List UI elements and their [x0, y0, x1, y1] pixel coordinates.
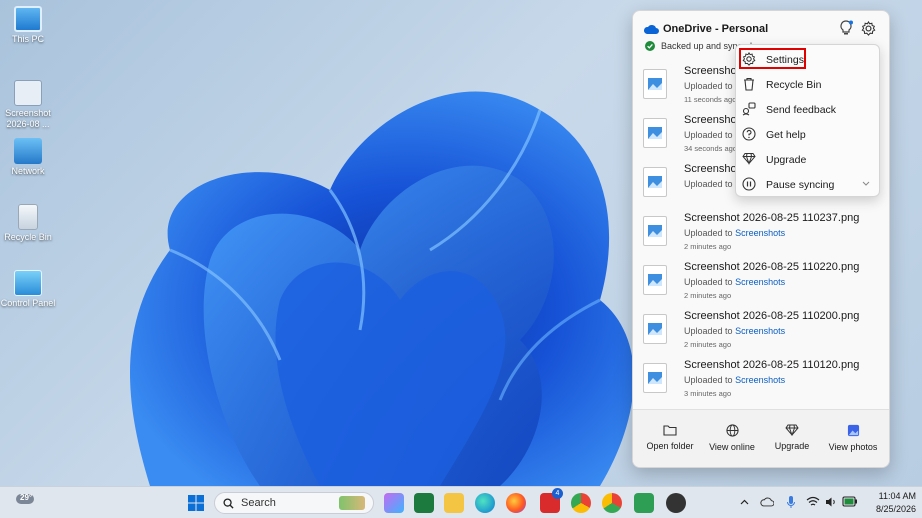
diamond-icon	[785, 424, 799, 436]
feedback-icon	[742, 102, 756, 116]
gear-icon[interactable]	[861, 21, 876, 36]
sync-check-icon	[645, 41, 655, 51]
windows-logo-icon	[188, 495, 204, 511]
image-file-icon	[643, 118, 667, 148]
globe-icon	[725, 424, 739, 437]
menu-item-upgrade[interactable]: Upgrade	[736, 147, 879, 172]
recycle-bin-icon	[18, 204, 38, 230]
screenshots-folder-link[interactable]: Screenshots	[735, 326, 785, 336]
network-icon	[14, 138, 42, 164]
trash-icon	[744, 77, 754, 91]
image-file-icon	[643, 265, 667, 295]
screenshots-folder-link[interactable]: Screenshots	[735, 375, 785, 385]
chrome-profile-icon[interactable]	[602, 493, 622, 513]
widgets-app-icon[interactable]	[414, 493, 434, 513]
onedrive-title: OneDrive - Personal	[663, 23, 769, 35]
onedrive-tray-icon[interactable]	[760, 497, 774, 507]
settings-app-icon[interactable]	[666, 493, 686, 513]
taskbar: 29° Search 4 11:04 AM 8/25/2026	[0, 486, 922, 518]
flyout-footer: Open folder View online Upgrade View pho…	[633, 409, 889, 467]
menu-item-pause-syncing[interactable]: Pause syncing	[736, 172, 879, 197]
search-icon	[223, 498, 234, 509]
control-panel-icon	[14, 270, 42, 296]
battery-icon[interactable]	[842, 496, 858, 507]
image-file-icon	[643, 216, 667, 246]
file-row[interactable]: Screenshot 2026-08-25 110120.png Uploade…	[633, 354, 889, 403]
photos-icon	[847, 424, 859, 437]
image-file-icon	[643, 69, 667, 99]
desktop-icon-recycle-bin[interactable]: Recycle Bin	[0, 204, 56, 243]
chevron-down-icon	[862, 181, 870, 186]
copilot-icon[interactable]	[384, 493, 404, 513]
lightbulb-icon[interactable]	[839, 20, 853, 36]
mail-badge: 4	[552, 488, 563, 499]
chevron-up-icon[interactable]	[740, 499, 749, 505]
search-highlight-icon	[339, 496, 365, 510]
search-box[interactable]: Search	[214, 492, 374, 514]
desktop-icon-control-panel[interactable]: Control Panel	[0, 270, 56, 309]
wifi-icon[interactable]	[806, 496, 820, 507]
clock-date[interactable]: 8/25/2026	[864, 504, 916, 514]
file-explorer-icon[interactable]	[444, 493, 464, 513]
screenshots-folder-link[interactable]: Screenshots	[735, 228, 785, 238]
pause-icon	[742, 177, 756, 191]
upgrade-button[interactable]: Upgrade	[761, 424, 823, 451]
app-icon[interactable]	[634, 493, 654, 513]
file-row[interactable]: Screenshot 2026-08-25 110237.png Uploade…	[633, 207, 889, 256]
onedrive-cloud-icon	[643, 24, 659, 34]
start-button[interactable]	[186, 493, 206, 513]
menu-item-recycle-bin[interactable]: Recycle Bin	[736, 72, 879, 97]
volume-icon[interactable]	[825, 496, 837, 508]
desktop-icon-this-pc[interactable]: This PC	[0, 6, 56, 45]
help-icon	[742, 127, 756, 141]
settings-highlight-box	[739, 48, 806, 69]
chrome-icon[interactable]	[571, 493, 591, 513]
mail-app-icon[interactable]: 4	[540, 488, 563, 513]
open-folder-button[interactable]: Open folder	[639, 424, 701, 451]
file-row[interactable]: Screenshot 2026-08-25 110220.png Uploade…	[633, 256, 889, 305]
image-file-icon	[643, 314, 667, 344]
weather-widget[interactable]: 29°	[14, 491, 38, 515]
image-file-icon	[643, 167, 667, 197]
edge-icon[interactable]	[475, 493, 495, 513]
image-file-icon	[643, 363, 667, 393]
file-row[interactable]: Screenshot 2026-08-25 110200.png Uploade…	[633, 305, 889, 354]
computer-icon	[14, 6, 42, 32]
microphone-icon[interactable]	[786, 495, 796, 509]
screenshots-folder-link[interactable]: Screenshots	[735, 277, 785, 287]
desktop-icon-network[interactable]: Network	[0, 138, 56, 177]
view-photos-button[interactable]: View photos	[822, 424, 884, 452]
menu-item-send-feedback[interactable]: Send feedback	[736, 97, 879, 122]
clock-time[interactable]: 11:04 AM	[864, 491, 916, 501]
screenshot-file-icon	[14, 80, 42, 106]
menu-item-get-help[interactable]: Get help	[736, 122, 879, 147]
folder-icon	[663, 425, 677, 436]
diamond-icon	[742, 153, 756, 165]
desktop-icon-screenshot[interactable]: Screenshot 2026-08 ...	[0, 80, 56, 130]
view-online-button[interactable]: View online	[701, 424, 763, 452]
firefox-icon[interactable]	[506, 493, 526, 513]
